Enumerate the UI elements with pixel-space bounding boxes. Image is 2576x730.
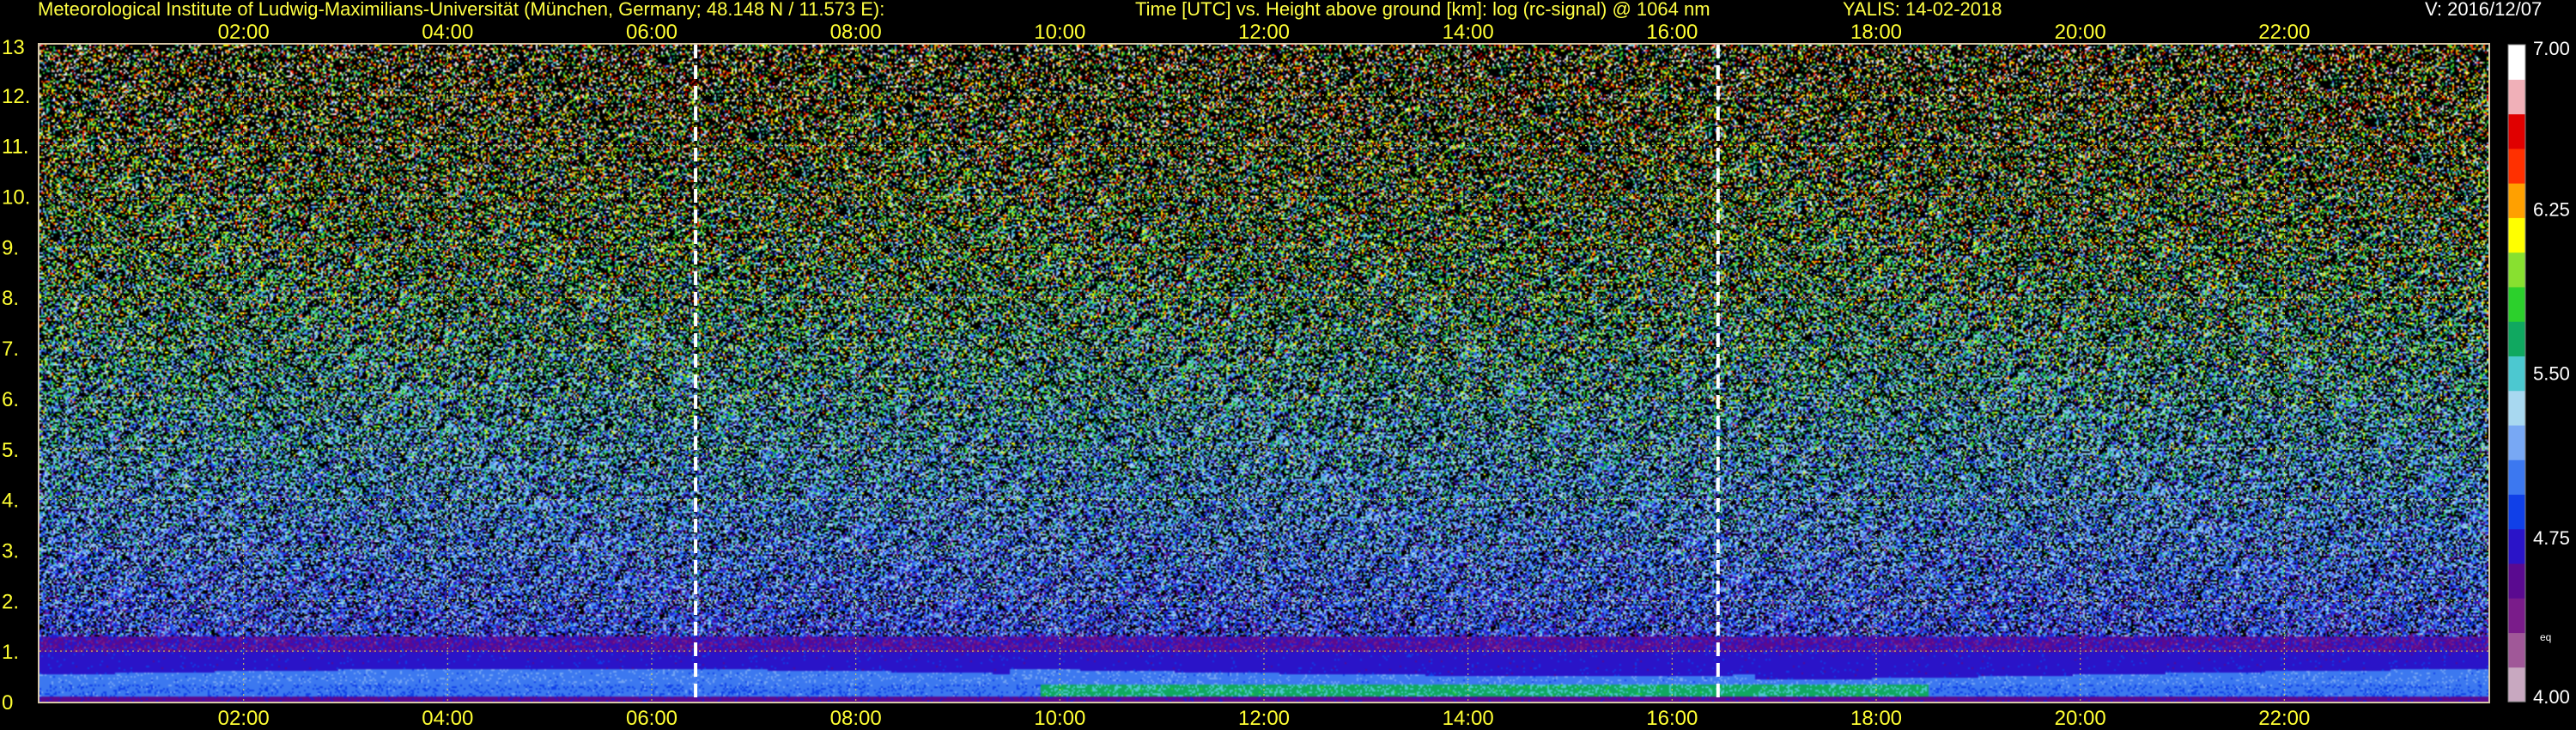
y-tick-label: 2. (2, 590, 19, 613)
colorbar-tick-label: 4.75 (2533, 527, 2570, 549)
x-tick-label-top: 06:00 (626, 21, 677, 44)
colorbar-segment (2508, 598, 2525, 634)
colorbar-segment (2508, 563, 2525, 599)
colorbar-segment (2508, 424, 2525, 460)
colorbar-segment (2508, 390, 2525, 426)
y-tick-label: 3. (2, 539, 19, 563)
y-tick-label: 13 (2, 36, 25, 59)
y-tick-label: 11. (2, 136, 29, 159)
y-tick-label: 4. (2, 490, 19, 513)
x-tick-label-top: 12:00 (1238, 21, 1290, 44)
colorbar-segment (2508, 113, 2525, 149)
chart-overlay: 0 1. 2. 3. 4. 5. 6. 7. 8. 9. 10. 11. 12. 13 02:00 04:0… (2, 21, 2570, 730)
colorbar-segment (2508, 45, 2525, 80)
colorbar-segment (2508, 666, 2525, 703)
y-tick-label: 7. (2, 338, 19, 361)
y-tick-label: 1. (2, 641, 19, 664)
colorbar-tick-label: 4.00 (2533, 686, 2570, 708)
x-tick-label-bottom: 02:00 (218, 707, 270, 730)
x-tick-label-bottom: 20:00 (2055, 707, 2106, 730)
colorbar-segment (2508, 321, 2525, 356)
colorbar-segment (2508, 632, 2525, 668)
colorbar-segment (2508, 252, 2525, 288)
x-tick-label-bottom: 22:00 (2258, 707, 2310, 730)
time-markers (694, 45, 1720, 702)
x-tick-label-top: 14:00 (1443, 21, 1494, 44)
x-tick-label-top: 16:00 (1646, 21, 1698, 44)
colorbar-segment (2508, 356, 2525, 392)
y-tick-label: 5. (2, 439, 19, 462)
x-tick-label-bottom: 04:00 (422, 707, 473, 730)
x-tick-label-bottom: 06:00 (626, 707, 677, 730)
colorbar-tick-label: 7.00 (2533, 38, 2570, 59)
y-tick-label: 6. (2, 388, 19, 411)
colorbar-segment (2508, 528, 2525, 564)
x-tick-label-top: 04:00 (422, 21, 473, 44)
colorbar-tick-label: 5.50 (2533, 363, 2570, 385)
y-tick-label: 9. (2, 236, 19, 259)
x-tick-label-bottom: 16:00 (1646, 707, 1698, 730)
colorbar-segment (2508, 459, 2525, 496)
colorbar: 4.00 4.75 5.50 6.25 7.00 eq (2507, 38, 2570, 708)
x-axis-ticks-top: 02:00 04:00 06:00 08:00 10:00 12:00 14:00 16:00… (218, 21, 2311, 44)
y-tick-label: 10. (2, 186, 30, 210)
colorbar-segment (2508, 183, 2525, 218)
x-tick-label-bottom: 18:00 (1850, 707, 1902, 730)
x-tick-label-bottom: 14:00 (1443, 707, 1494, 730)
x-tick-label-top: 18:00 (1850, 21, 1902, 44)
x-tick-label-top: 20:00 (2055, 21, 2106, 44)
x-tick-label-top: 08:00 (830, 21, 882, 44)
colorbar-extra-label: eq (2540, 631, 2551, 643)
colorbar-segment (2508, 148, 2525, 184)
x-tick-label-top: 22:00 (2258, 21, 2310, 44)
x-axis-ticks-bottom: 02:00 04:00 06:00 08:00 10:00 12:00 14:00 16:00… (218, 707, 2311, 730)
x-tick-label-top: 02:00 (218, 21, 270, 44)
colorbar-segment (2508, 494, 2525, 530)
x-tick-label-top: 10:00 (1034, 21, 1085, 44)
y-axis-ticks: 0 1. 2. 3. 4. 5. 6. 7. 8. 9. 10. 11. 12. 13 (2, 36, 30, 715)
colorbar-segment (2508, 217, 2525, 253)
colorbar-tick-label: 6.25 (2533, 198, 2570, 220)
x-tick-label-bottom: 12:00 (1238, 707, 1290, 730)
y-tick-label: 12. (2, 85, 30, 108)
y-tick-label: 0 (2, 691, 13, 715)
grid-lines (39, 45, 2488, 702)
x-tick-label-bottom: 10:00 (1034, 707, 1085, 730)
y-tick-label: 8. (2, 287, 19, 310)
x-tick-label-bottom: 08:00 (830, 707, 882, 730)
colorbar-segment (2508, 286, 2525, 322)
colorbar-segment (2508, 79, 2525, 115)
